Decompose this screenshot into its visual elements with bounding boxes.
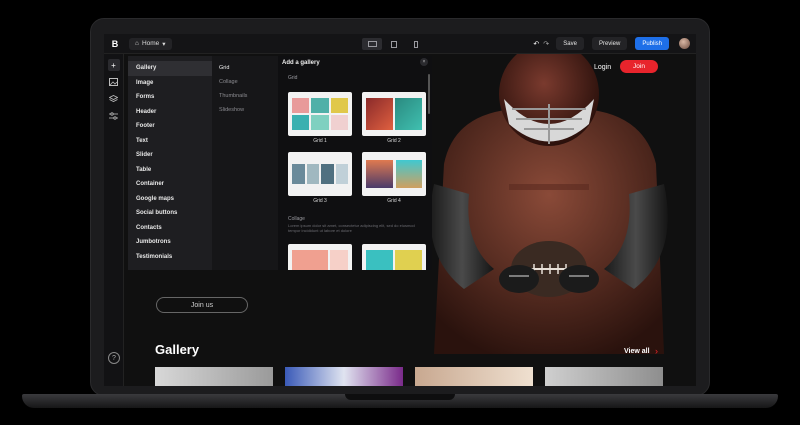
hero-player-image <box>430 54 668 354</box>
collage-preview <box>366 250 422 270</box>
page-select[interactable]: ⌂ Home ▾ <box>129 37 172 50</box>
desktop-view-button[interactable] <box>362 38 382 50</box>
tablet-view-button[interactable] <box>384 38 404 50</box>
grid-preview <box>292 164 348 184</box>
gallery-thumbnails <box>155 367 663 386</box>
topbar-actions: ↶ ↷ Save Preview Publish <box>530 37 690 50</box>
grid-option-2[interactable] <box>362 92 426 136</box>
publish-button[interactable]: Publish <box>635 37 669 50</box>
category-header[interactable]: Header <box>128 105 212 120</box>
subcategory-grid[interactable]: Grid <box>212 61 278 74</box>
close-icon[interactable]: × <box>420 58 428 66</box>
category-social-buttons[interactable]: Social buttons <box>128 206 212 221</box>
desktop-icon <box>367 41 377 47</box>
settings-sliders-icon[interactable] <box>108 110 120 122</box>
preview-button[interactable]: Preview <box>591 37 628 50</box>
mobile-icon <box>414 40 418 48</box>
grid-option-3[interactable] <box>288 152 352 196</box>
mobile-view-button[interactable] <box>406 38 426 50</box>
redo-icon[interactable]: ↷ <box>543 40 549 48</box>
view-all-link[interactable]: View all <box>624 348 650 355</box>
join-us-button[interactable]: Join us <box>156 297 248 313</box>
chevron-right-icon[interactable]: › <box>655 346 658 356</box>
device-switcher <box>362 38 426 50</box>
stage: B ⌂ Home ▾ ↶ ↷ Save Preview Publish + ? … <box>0 0 800 425</box>
home-icon: ⌂ <box>135 40 139 47</box>
grid-preview <box>366 98 422 130</box>
collage-description: Lorem ipsum dolor sit amet, consectetur … <box>288 223 415 233</box>
category-google-maps[interactable]: Google maps <box>128 192 212 207</box>
category-text[interactable]: Text <box>128 134 212 149</box>
category-jumbotrons[interactable]: Jumbotrons <box>128 235 212 250</box>
laptop-notch <box>345 394 455 400</box>
tablet-icon <box>391 40 397 48</box>
avatar[interactable] <box>679 38 690 49</box>
collage-option-2[interactable] <box>362 244 426 270</box>
undo-redo: ↶ ↷ <box>530 37 552 50</box>
category-gallery[interactable]: Gallery <box>128 61 212 76</box>
subcategory-thumbnails[interactable]: Thumbnails <box>212 89 278 102</box>
gallery-heading: Gallery <box>155 342 200 357</box>
page-select-label: Home <box>141 40 160 47</box>
block-categories: Gallery Image Forms Header Footer Text S… <box>128 56 212 270</box>
grid-preview <box>292 98 348 130</box>
grid-option-4-label: Grid 4 <box>387 198 401 204</box>
site-join-button[interactable]: Join <box>620 60 658 73</box>
block-subcategories: Grid Collage Thumbnails Slideshow <box>212 56 278 270</box>
undo-icon[interactable]: ↶ <box>533 40 539 48</box>
panel-scrollbar[interactable] <box>428 74 430 114</box>
gallery-thumb[interactable] <box>155 367 273 386</box>
gallery-thumb[interactable] <box>545 367 663 386</box>
app-logo: B <box>111 38 119 49</box>
section-collage-label: Collage <box>288 216 305 222</box>
site-login-link[interactable]: Login <box>594 64 611 71</box>
grid-preview <box>366 160 422 188</box>
save-button[interactable]: Save <box>556 37 584 50</box>
category-slider[interactable]: Slider <box>128 148 212 163</box>
chevron-down-icon: ▾ <box>162 40 166 48</box>
grid-option-1-label: Grid 1 <box>313 138 327 144</box>
category-table[interactable]: Table <box>128 163 212 178</box>
gallery-options: Add a gallery × Grid Grid 1 Grid 2 Grid … <box>278 56 432 270</box>
category-footer[interactable]: Footer <box>128 119 212 134</box>
add-block-icon[interactable]: + <box>107 59 120 71</box>
category-testimonials[interactable]: Testimonials <box>128 250 212 265</box>
category-container[interactable]: Container <box>128 177 212 192</box>
help-icon[interactable]: ? <box>108 352 120 364</box>
layers-icon[interactable] <box>108 93 120 105</box>
panel-title: Add a gallery <box>282 60 320 66</box>
left-rail: + ? <box>104 54 124 386</box>
subcategory-collage[interactable]: Collage <box>212 75 278 88</box>
grid-option-4[interactable] <box>362 152 426 196</box>
category-image[interactable]: Image <box>128 76 212 91</box>
gallery-thumb[interactable] <box>285 367 403 386</box>
grid-option-1[interactable] <box>288 92 352 136</box>
category-forms[interactable]: Forms <box>128 90 212 105</box>
section-grid-label: Grid <box>288 75 298 81</box>
grid-option-3-label: Grid 3 <box>313 198 327 204</box>
gallery-thumb[interactable] <box>415 367 533 386</box>
subcategory-slideshow[interactable]: Slideshow <box>212 103 278 116</box>
collage-preview <box>292 250 348 270</box>
screen: B ⌂ Home ▾ ↶ ↷ Save Preview Publish + ? … <box>104 34 696 386</box>
editor-topbar: B ⌂ Home ▾ ↶ ↷ Save Preview Publish <box>104 34 696 54</box>
image-icon[interactable] <box>108 76 120 88</box>
collage-option-1[interactable] <box>288 244 352 270</box>
category-contacts[interactable]: Contacts <box>128 221 212 236</box>
grid-option-2-label: Grid 2 <box>387 138 401 144</box>
